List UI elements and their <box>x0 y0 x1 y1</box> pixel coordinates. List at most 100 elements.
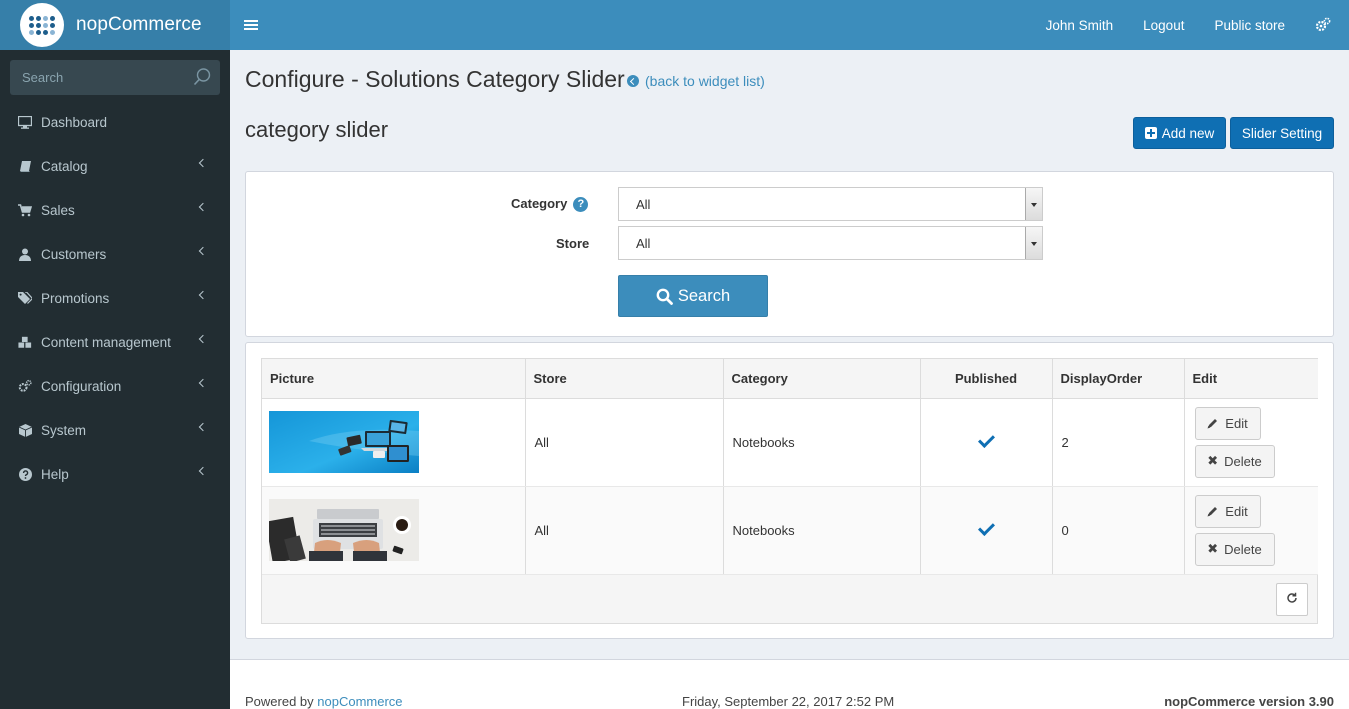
grid-panel: Picture Store Category Published Display… <box>245 342 1334 639</box>
picture-cell <box>262 486 526 575</box>
user-name-link[interactable]: John Smith <box>1046 18 1114 33</box>
table-row: All Notebooks 0 Edit ✖ Delete <box>262 486 1318 575</box>
sidebar-item-promotions[interactable]: Promotions <box>0 276 230 320</box>
chevron-left-icon <box>198 466 208 476</box>
pencil-icon <box>1207 417 1219 429</box>
cart-icon <box>18 203 32 217</box>
table-header-row: Picture Store Category Published Display… <box>262 359 1318 399</box>
search-icon[interactable] <box>192 67 212 87</box>
footer-datetime: Friday, September 22, 2017 2:52 PM <box>682 694 895 709</box>
chevron-left-icon <box>198 422 208 432</box>
sidebar-menu: Dashboard Catalog Sales Customers Promot… <box>0 100 230 496</box>
logo-text: nopCommerce <box>76 14 202 35</box>
sidebar-item-help[interactable]: Help <box>0 452 230 496</box>
gears-icon[interactable] <box>1315 17 1331 33</box>
sidebar-item-label: System <box>41 422 87 438</box>
sidebar-item-dashboard[interactable]: Dashboard <box>0 100 230 144</box>
back-to-widget-list-link[interactable]: (back to widget list) <box>627 73 765 89</box>
footer-version: nopCommerce version 3.90 <box>1164 694 1334 709</box>
search-button-label: Search <box>677 286 731 305</box>
slide-image-devices <box>269 411 419 473</box>
column-header-picture[interactable]: Picture <box>262 359 526 399</box>
actions-cell: Edit ✖ Delete <box>1184 486 1318 575</box>
sidebar-item-label: Dashboard <box>41 114 108 130</box>
help-icon[interactable]: ? <box>573 197 589 213</box>
sidebar-item-system[interactable]: System <box>0 408 230 452</box>
slide-image-laptop-desk <box>269 499 419 561</box>
public-store-link[interactable]: Public store <box>1214 18 1285 33</box>
nopcommerce-logo-icon <box>20 3 64 47</box>
display-order-cell: 2 <box>1052 398 1185 487</box>
edit-label: Edit <box>1225 415 1248 431</box>
cubes-icon <box>18 335 32 349</box>
checkmark-icon <box>977 518 995 536</box>
column-header-published[interactable]: Published <box>920 359 1053 399</box>
published-cell <box>920 486 1053 575</box>
dropdown-arrow-icon <box>1025 227 1042 259</box>
sidebar-search-input[interactable] <box>10 60 180 95</box>
column-header-store[interactable]: Store <box>525 359 724 399</box>
edit-button[interactable]: Edit <box>1194 406 1261 440</box>
add-new-label: Add new <box>1161 125 1215 141</box>
logo[interactable]: nopCommerce <box>0 0 230 50</box>
category-select-value: All <box>636 197 651 212</box>
user-icon <box>18 247 32 261</box>
question-circle-icon <box>18 467 32 481</box>
slider-setting-button[interactable]: Slider Setting <box>1230 117 1334 149</box>
display-order-cell: 0 <box>1052 486 1185 575</box>
main-content: Configure - Solutions Category Slider (b… <box>230 50 1349 709</box>
powered-by: Powered by nopCommerce <box>245 694 403 709</box>
chevron-left-icon <box>198 246 208 256</box>
sidebar-item-sales[interactable]: Sales <box>0 188 230 232</box>
sidebar-item-catalog[interactable]: Catalog <box>0 144 230 188</box>
plus-square-icon <box>1144 127 1157 139</box>
search-panel: Category? All Store All Search <box>245 171 1334 337</box>
category-cell: Notebooks <box>723 486 921 575</box>
sidebar-item-configuration[interactable]: Configuration <box>0 364 230 408</box>
chevron-left-icon <box>198 202 208 212</box>
table-row: All Notebooks 2 Edit ✖ Delete <box>262 398 1318 487</box>
checkmark-icon <box>977 430 995 448</box>
column-header-category[interactable]: Category <box>723 359 921 399</box>
sidebar-item-label: Sales <box>41 202 75 218</box>
sidebar: Dashboard Catalog Sales Customers Promot… <box>0 50 230 709</box>
category-select[interactable]: All <box>618 187 1043 221</box>
published-cell <box>920 398 1053 487</box>
nopcommerce-link[interactable]: nopCommerce <box>317 694 402 709</box>
category-label-text: Category <box>511 196 568 211</box>
desktop-icon <box>18 115 32 129</box>
sidebar-search <box>10 60 220 95</box>
top-navbar: John Smith Logout Public store <box>230 0 1349 50</box>
book-icon <box>18 159 32 173</box>
category-label: Category? <box>511 196 589 213</box>
delete-button[interactable]: ✖ Delete <box>1194 532 1275 566</box>
page-title: Configure - Solutions Category Slider <box>245 66 625 92</box>
delete-label: Delete <box>1224 541 1262 557</box>
delete-label: Delete <box>1224 453 1262 469</box>
chevron-left-icon <box>198 334 208 344</box>
sidebar-item-customers[interactable]: Customers <box>0 232 230 276</box>
gears-icon <box>18 379 32 393</box>
close-icon: ✖ <box>1207 453 1219 468</box>
sidebar-item-label: Help <box>41 466 69 482</box>
column-header-display-order[interactable]: DisplayOrder <box>1052 359 1185 399</box>
arrow-circle-left-icon <box>627 75 639 87</box>
category-cell: Notebooks <box>723 398 921 487</box>
sidebar-item-content-management[interactable]: Content management <box>0 320 230 364</box>
refresh-button[interactable] <box>1276 583 1308 616</box>
sidebar-toggle-icon[interactable] <box>244 17 258 33</box>
top-links: John Smith Logout Public store <box>1016 0 1349 50</box>
add-new-button[interactable]: Add new <box>1133 117 1226 149</box>
search-button[interactable]: Search <box>618 275 768 317</box>
delete-button[interactable]: ✖ Delete <box>1194 444 1275 478</box>
sidebar-item-label: Content management <box>41 334 171 350</box>
search-icon <box>656 288 673 305</box>
footer: Powered by nopCommerce Friday, September… <box>230 659 1349 709</box>
chevron-left-icon <box>198 158 208 168</box>
store-select[interactable]: All <box>618 226 1043 260</box>
store-label: Store <box>556 236 590 251</box>
sidebar-item-label: Catalog <box>41 158 88 174</box>
edit-button[interactable]: Edit <box>1194 494 1261 528</box>
actions-cell: Edit ✖ Delete <box>1184 398 1318 487</box>
logout-link[interactable]: Logout <box>1143 18 1184 33</box>
